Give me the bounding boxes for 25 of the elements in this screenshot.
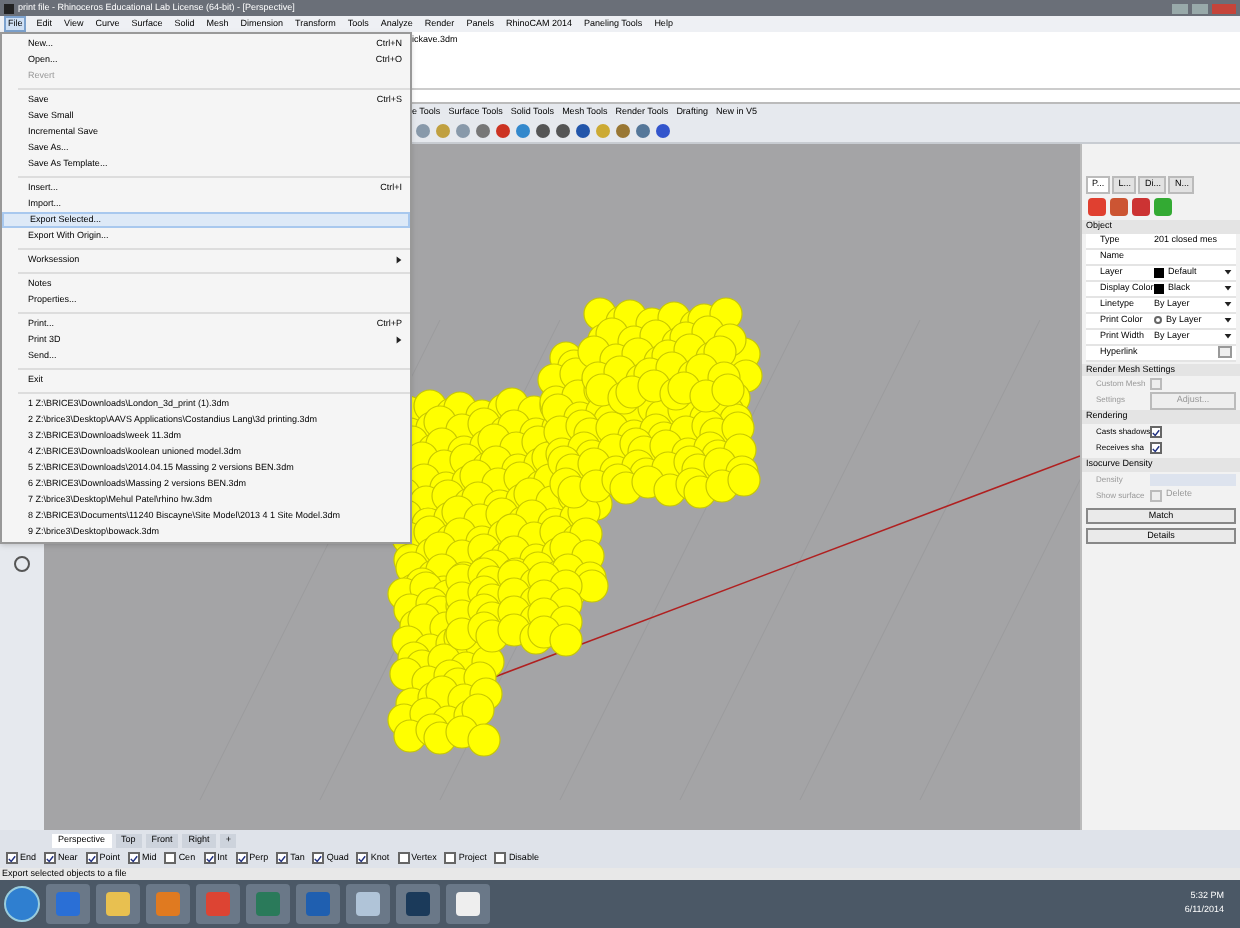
submenu-arrow-icon xyxy=(396,336,402,344)
checkbox[interactable] xyxy=(276,852,289,864)
checkbox[interactable] xyxy=(235,852,248,864)
checkbox[interactable] xyxy=(312,852,325,864)
checkbox[interactable] xyxy=(6,852,18,864)
taskbar-app-icon[interactable] xyxy=(346,884,390,924)
checkbox[interactable] xyxy=(128,852,141,864)
checkbox[interactable] xyxy=(164,852,177,864)
start-orb-icon[interactable] xyxy=(4,886,40,922)
checkbox[interactable] xyxy=(1150,426,1162,438)
toolbar-icon[interactable] xyxy=(14,556,30,572)
checkbox[interactable] xyxy=(203,852,216,864)
checkbox[interactable] xyxy=(85,852,98,864)
checkbox[interactable] xyxy=(356,852,369,864)
checkbox[interactable] xyxy=(494,852,507,864)
checkbox[interactable] xyxy=(444,852,457,864)
taskbar-app-icon[interactable] xyxy=(396,884,440,924)
taskbar-app-icon[interactable] xyxy=(96,884,140,924)
checkbox[interactable] xyxy=(44,852,57,864)
radio-icon[interactable] xyxy=(1154,316,1162,324)
taskbar-app-icon[interactable] xyxy=(446,884,490,924)
checkbox[interactable] xyxy=(397,852,410,864)
app-icon xyxy=(4,3,14,13)
checkbox[interactable] xyxy=(1150,442,1162,454)
submenu-arrow-icon xyxy=(396,256,402,264)
